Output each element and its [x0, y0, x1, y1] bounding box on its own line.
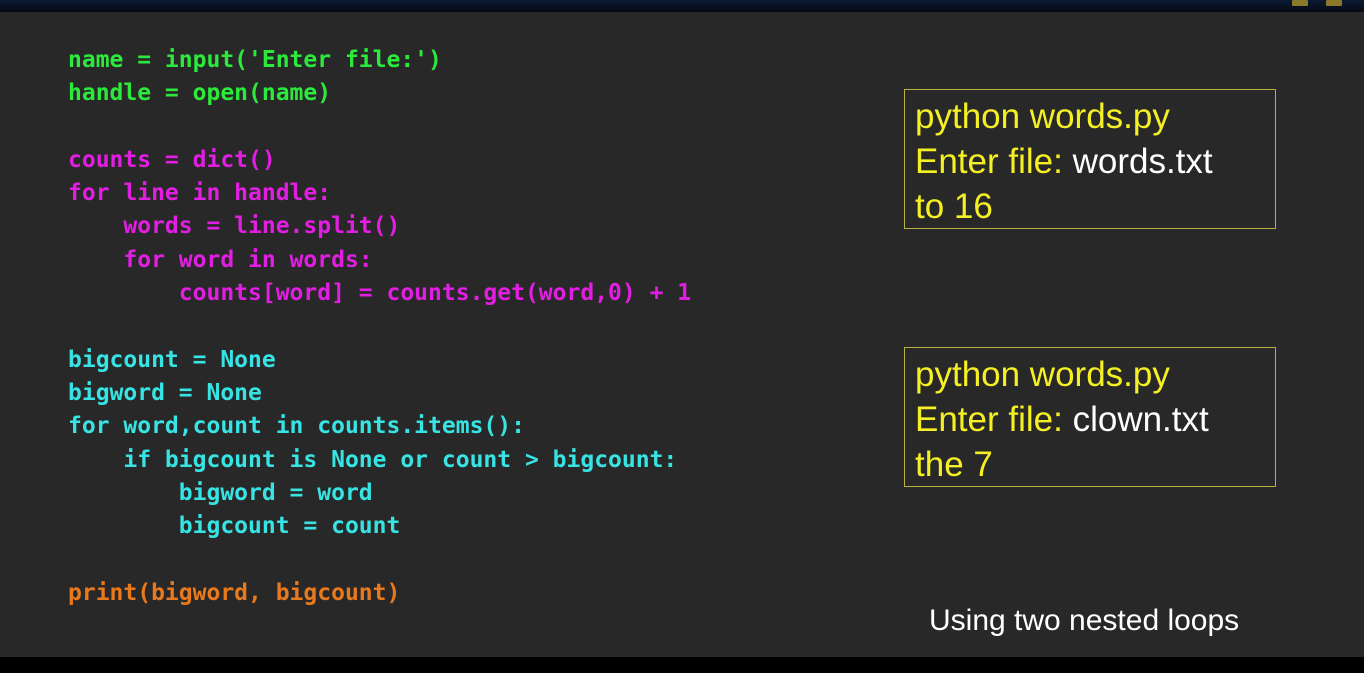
top-bar	[0, 0, 1364, 12]
output-prompt-line: Enter file: words.txt	[915, 139, 1265, 184]
code-line: name = input('Enter file:')	[68, 47, 442, 73]
code-line: words = line.split()	[68, 213, 401, 240]
code-line: if bigcount is None or count > bigcount:	[68, 446, 678, 473]
slide: name = input('Enter file:') handle = open…	[0, 12, 1364, 657]
output-prompt: Enter file:	[915, 400, 1073, 439]
code-line: counts = dict()	[68, 146, 276, 173]
code-line: bigcount = count	[68, 513, 401, 540]
slide-caption: Using two nested loops	[929, 604, 1240, 637]
output-box-clown: python words.py Enter file: clown.txt th…	[904, 347, 1276, 487]
code-line: print(bigword, bigcount)	[68, 579, 401, 606]
output-result: the 7	[915, 445, 993, 484]
code-line: for word in words:	[68, 246, 373, 273]
top-bar-mark	[1292, 0, 1308, 6]
output-prompt-line: Enter file: clown.txt	[915, 397, 1265, 442]
code-line: counts[word] = counts.get(word,0) + 1	[68, 280, 692, 307]
code-line: bigword = None	[68, 379, 262, 406]
code-line: bigword = word	[68, 479, 373, 506]
output-input: clown.txt	[1072, 400, 1209, 439]
top-bar-mark	[1326, 0, 1342, 6]
code-line: for word,count in counts.items():	[68, 413, 525, 440]
output-command: python words.py	[915, 97, 1170, 136]
code-line: bigcount = None	[68, 346, 276, 373]
output-result: to 16	[915, 187, 993, 226]
output-prompt: Enter file:	[915, 142, 1073, 181]
output-command: python words.py	[915, 355, 1170, 394]
code-line: for line in handle:	[68, 180, 332, 207]
output-box-words: python words.py Enter file: words.txt to…	[904, 89, 1276, 229]
code-line: handle = open(name)	[68, 80, 332, 107]
code-block: name = input('Enter file:') handle = open…	[68, 44, 691, 610]
output-input: words.txt	[1072, 142, 1213, 181]
